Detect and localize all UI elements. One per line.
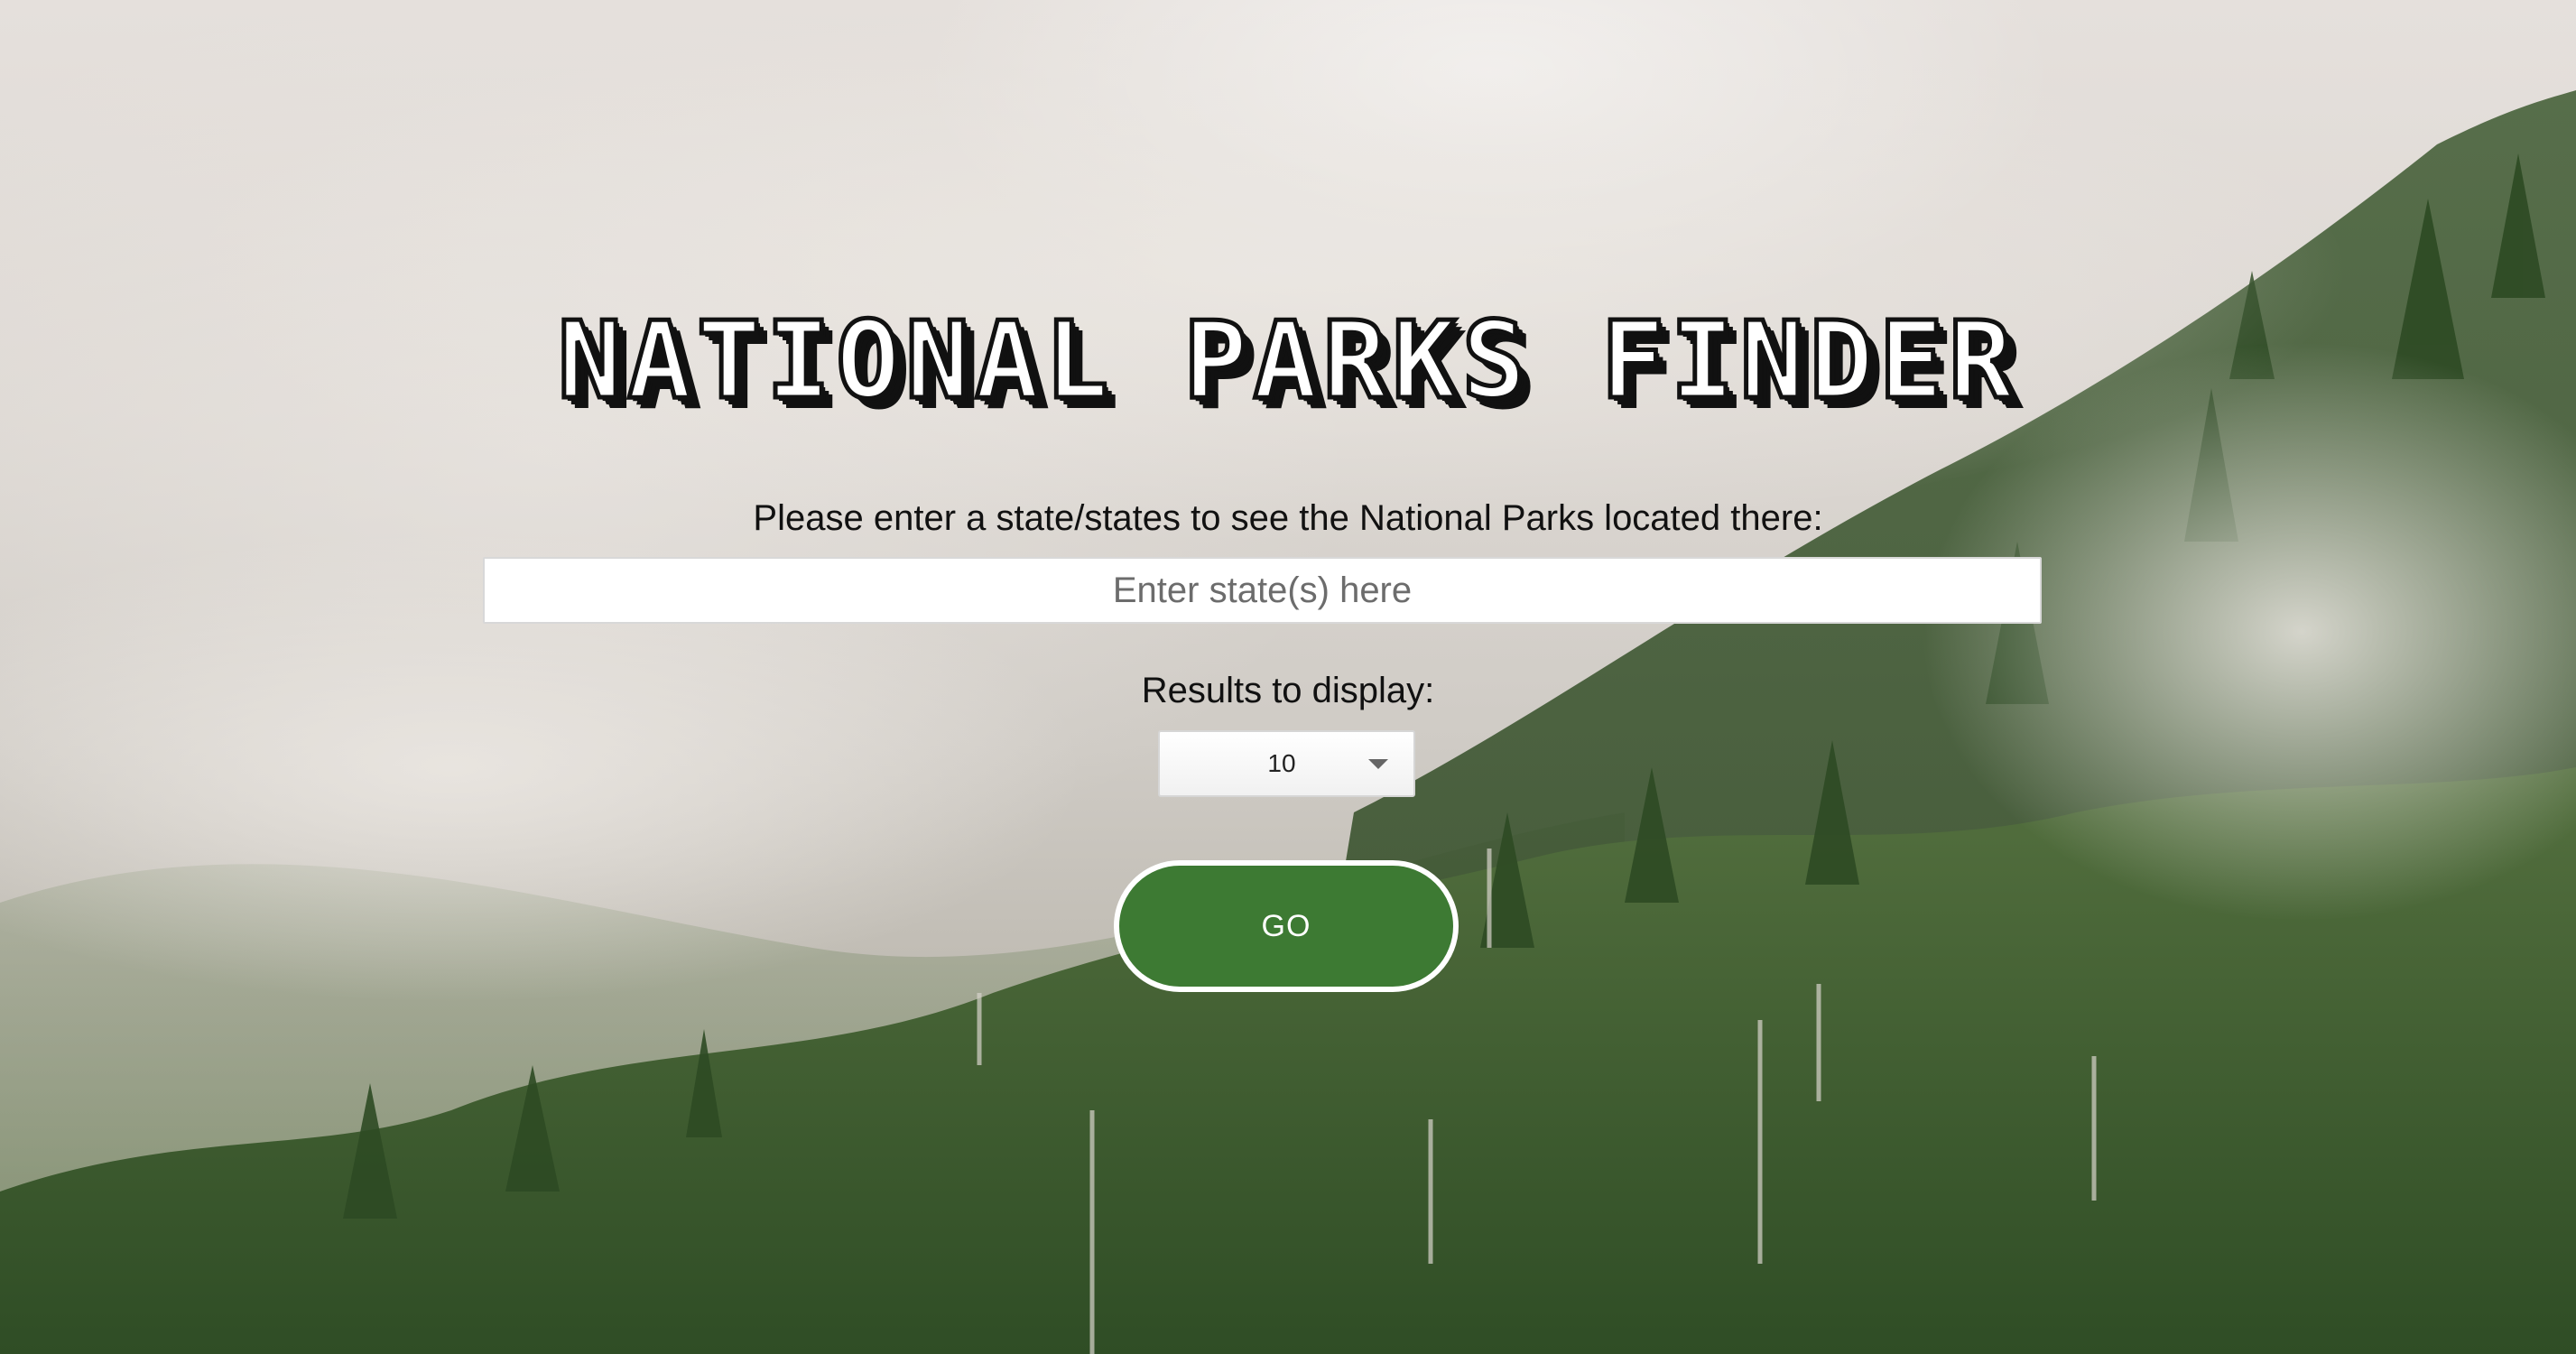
main-content: NATIONAL PARKS FINDER Please enter a sta… bbox=[0, 0, 2576, 1354]
go-button[interactable]: GO bbox=[1114, 860, 1459, 992]
chevron-down-icon bbox=[1368, 759, 1388, 769]
results-count-value: 10 bbox=[1267, 749, 1296, 777]
state-search-input[interactable] bbox=[483, 557, 2042, 624]
search-prompt-label: Please enter a state/states to see the N… bbox=[753, 498, 1823, 538]
results-count-select[interactable]: 10 bbox=[1158, 730, 1415, 797]
page-title: NATIONAL PARKS FINDER bbox=[556, 296, 2018, 425]
results-count-label: Results to display: bbox=[1141, 671, 1435, 710]
